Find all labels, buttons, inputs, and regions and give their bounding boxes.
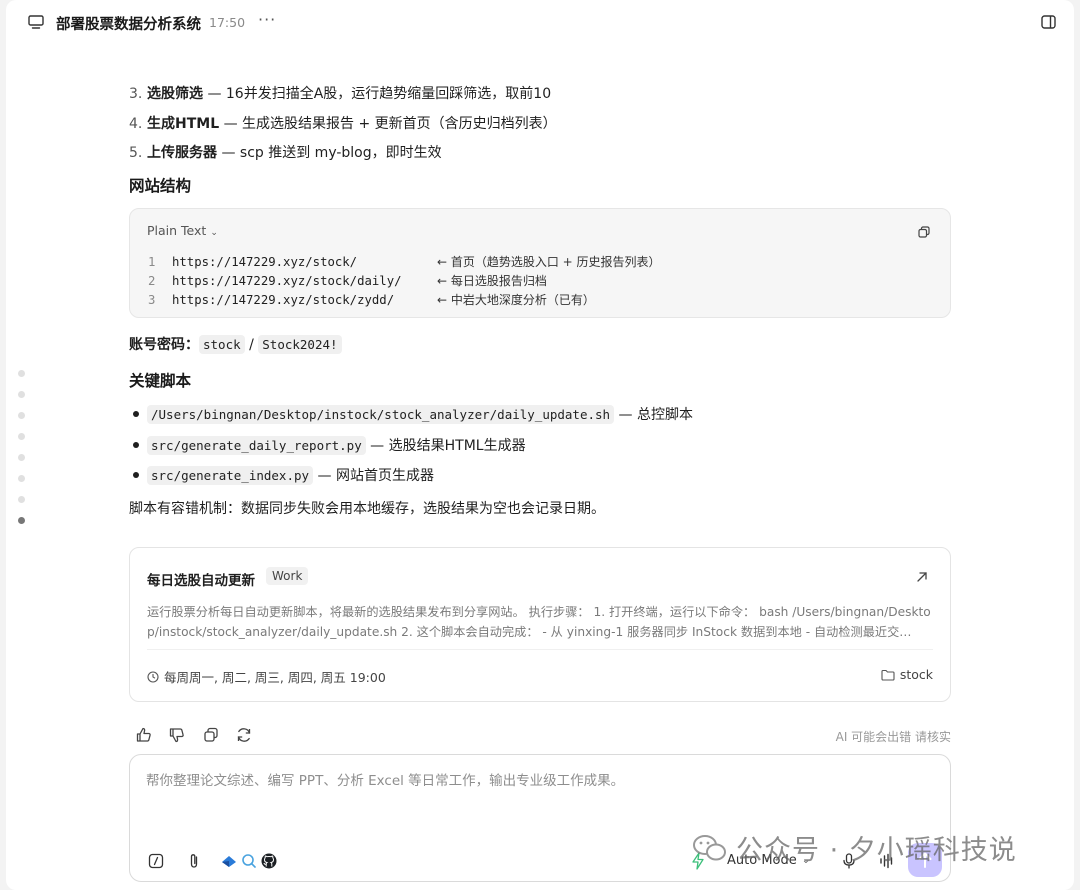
chevron-down-icon: ⌄ xyxy=(210,228,218,238)
message-input[interactable] xyxy=(146,773,926,789)
sidebar-toggle-icon[interactable] xyxy=(1041,15,1056,29)
clipped-text-line xyxy=(129,42,469,54)
folder-icon xyxy=(881,669,895,681)
open-external-icon[interactable] xyxy=(916,571,928,583)
rail-dot[interactable] xyxy=(18,454,25,461)
page-title: 部署股票数据分析系统 xyxy=(56,17,201,33)
steps-list: 3. 选股筛选 — 16并发扫描全A股，运行趋势缩量回踩筛选，取前10 4. 生成H… xyxy=(129,80,557,169)
wechat-icon xyxy=(693,834,726,860)
feedback-bar: AI 可能会出错 请核实 xyxy=(129,724,951,746)
code-line: 3 https://147229.xyz/stock/zydd/← 中岩大地深度分… xyxy=(148,293,595,307)
rail-dot[interactable] xyxy=(18,475,25,482)
account-credentials: 账号密码： stock / Stock2024! xyxy=(129,334,342,354)
rail-dot[interactable] xyxy=(18,412,25,419)
fault-tolerance-note: 脚本有容错机制：数据同步失败会用本地缓存，选股结果为空也会记录日期。 xyxy=(129,501,605,517)
task-folder[interactable]: stock xyxy=(881,667,933,682)
rail-dot[interactable] xyxy=(18,370,25,377)
list-item: src/generate_index.py — 网站首页生成器 xyxy=(129,461,693,492)
list-item: src/generate_daily_report.py — 选股结果HTML生… xyxy=(129,431,693,462)
app-logo-icon xyxy=(222,856,236,867)
chat-header: 部署股票数据分析系统 17:50 ··· xyxy=(6,0,1074,46)
list-item: 3. 选股筛选 — 16并发扫描全A股，运行趋势缩量回踩筛选，取前10 xyxy=(129,86,552,102)
shortcut-command-icon[interactable] xyxy=(147,852,165,870)
task-title: 每日选股自动更新 xyxy=(147,573,255,589)
connected-apps[interactable] xyxy=(220,850,278,872)
scripts-list: /Users/bingnan/Desktop/instock/stock_ana… xyxy=(129,400,693,492)
search-app-icon xyxy=(242,854,256,868)
password-code: Stock2024! xyxy=(258,335,342,354)
github-icon xyxy=(261,853,277,869)
list-item: 4. 生成HTML — 生成选股结果报告 + 更新首页（含历史归档列表） xyxy=(129,115,557,132)
watermark: 公众号 · 夕小瑶科技说 xyxy=(692,828,1017,867)
clock-icon xyxy=(147,670,159,683)
code-language-selector[interactable]: Plain Text ⌄ xyxy=(147,223,218,238)
app-window: 部署股票数据分析系统 17:50 ··· 3. 选股筛选 — 16并发扫描全A股，… xyxy=(6,0,1074,890)
thumbs-up-icon[interactable] xyxy=(135,726,153,744)
rail-dot[interactable] xyxy=(18,391,25,398)
code-block: Plain Text ⌄ 1 https://147229.xyz/stock/←… xyxy=(129,208,951,318)
conversation-rail xyxy=(18,370,25,538)
chat-window-icon[interactable] xyxy=(28,15,44,29)
copy-icon[interactable] xyxy=(202,726,220,744)
section-heading-scripts: 关键脚本 xyxy=(129,372,192,390)
scheduled-task-card[interactable]: 每日选股自动更新 Work 运行股票分析每日自动更新脚本，将最新的选股结果发布到… xyxy=(129,547,951,702)
list-item: /Users/bingnan/Desktop/instock/stock_ana… xyxy=(129,400,693,431)
code-lines: 1 https://147229.xyz/stock/← 首页（趋势选股入口 + … xyxy=(148,253,661,310)
section-heading-site: 网站结构 xyxy=(129,177,192,195)
code-line: 1 https://147229.xyz/stock/← 首页（趋势选股入口 + … xyxy=(148,255,661,269)
code-line: 2 https://147229.xyz/stock/daily/← 每日选股报告… xyxy=(148,274,547,288)
task-category-badge: Work xyxy=(266,567,309,585)
list-item: 5. 上传服务器 — scp 推送到 my-blog，即时生效 xyxy=(129,145,442,161)
more-options-button[interactable]: ··· xyxy=(258,10,276,29)
copy-icon[interactable] xyxy=(918,226,930,238)
timestamp: 17:50 xyxy=(209,15,246,30)
rail-dot[interactable] xyxy=(18,433,25,440)
attachment-icon[interactable] xyxy=(185,852,203,870)
task-schedule: 每周周一, 周二, 周三, 周四, 周五 19:00 xyxy=(147,667,386,686)
rail-dot[interactable] xyxy=(18,496,25,503)
task-description: 运行股票分析每日自动更新脚本，将最新的选股结果发布到分享网站。 执行步骤： 1.… xyxy=(147,605,931,639)
regenerate-icon[interactable] xyxy=(235,726,253,744)
rail-dot-active[interactable] xyxy=(18,517,25,524)
thumbs-down-icon[interactable] xyxy=(168,726,186,744)
ai-disclaimer: AI 可能会出错 请核实 xyxy=(835,730,951,744)
username-code: stock xyxy=(199,335,245,354)
divider xyxy=(147,649,933,650)
